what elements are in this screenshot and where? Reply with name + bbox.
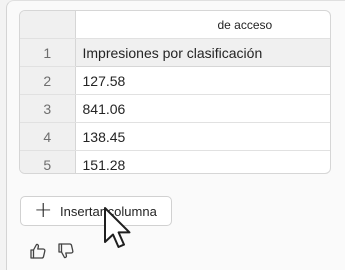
- corner-cell: [20, 11, 76, 39]
- thumbs-down-icon[interactable]: [56, 241, 76, 261]
- table-cell[interactable]: 841.06: [75, 94, 330, 123]
- column-header[interactable]: de acceso: [75, 11, 330, 39]
- table-row: 4 138.45: [20, 122, 330, 151]
- row-number: 5: [20, 150, 76, 173]
- data-table: de acceso 1 Impresiones por clasificació…: [19, 10, 331, 174]
- table-row: 1 Impresiones por clasificación: [20, 38, 330, 67]
- column-header-row: de acceso: [20, 11, 330, 39]
- table-row: 2 127.58: [20, 66, 330, 95]
- plus-icon: +: [34, 198, 53, 223]
- response-card: de acceso 1 Impresiones por clasificació…: [6, 0, 345, 270]
- table-cell[interactable]: 151.28: [75, 151, 330, 174]
- table-row: 3 841.06: [20, 94, 330, 123]
- table-cell[interactable]: 127.58: [75, 66, 330, 95]
- table-cell[interactable]: 138.45: [75, 122, 330, 151]
- table-row: 5 151.28: [20, 150, 330, 174]
- row-number: 3: [20, 94, 76, 123]
- mouse-pointer-icon: [102, 206, 134, 258]
- table-cell[interactable]: Impresiones por clasificación: [75, 38, 330, 67]
- row-number: 1: [20, 38, 76, 67]
- thumbs-up-icon[interactable]: [28, 241, 48, 261]
- row-number: 2: [20, 66, 76, 95]
- insert-column-button[interactable]: + Insertar columna: [20, 196, 172, 226]
- row-number: 4: [20, 122, 76, 151]
